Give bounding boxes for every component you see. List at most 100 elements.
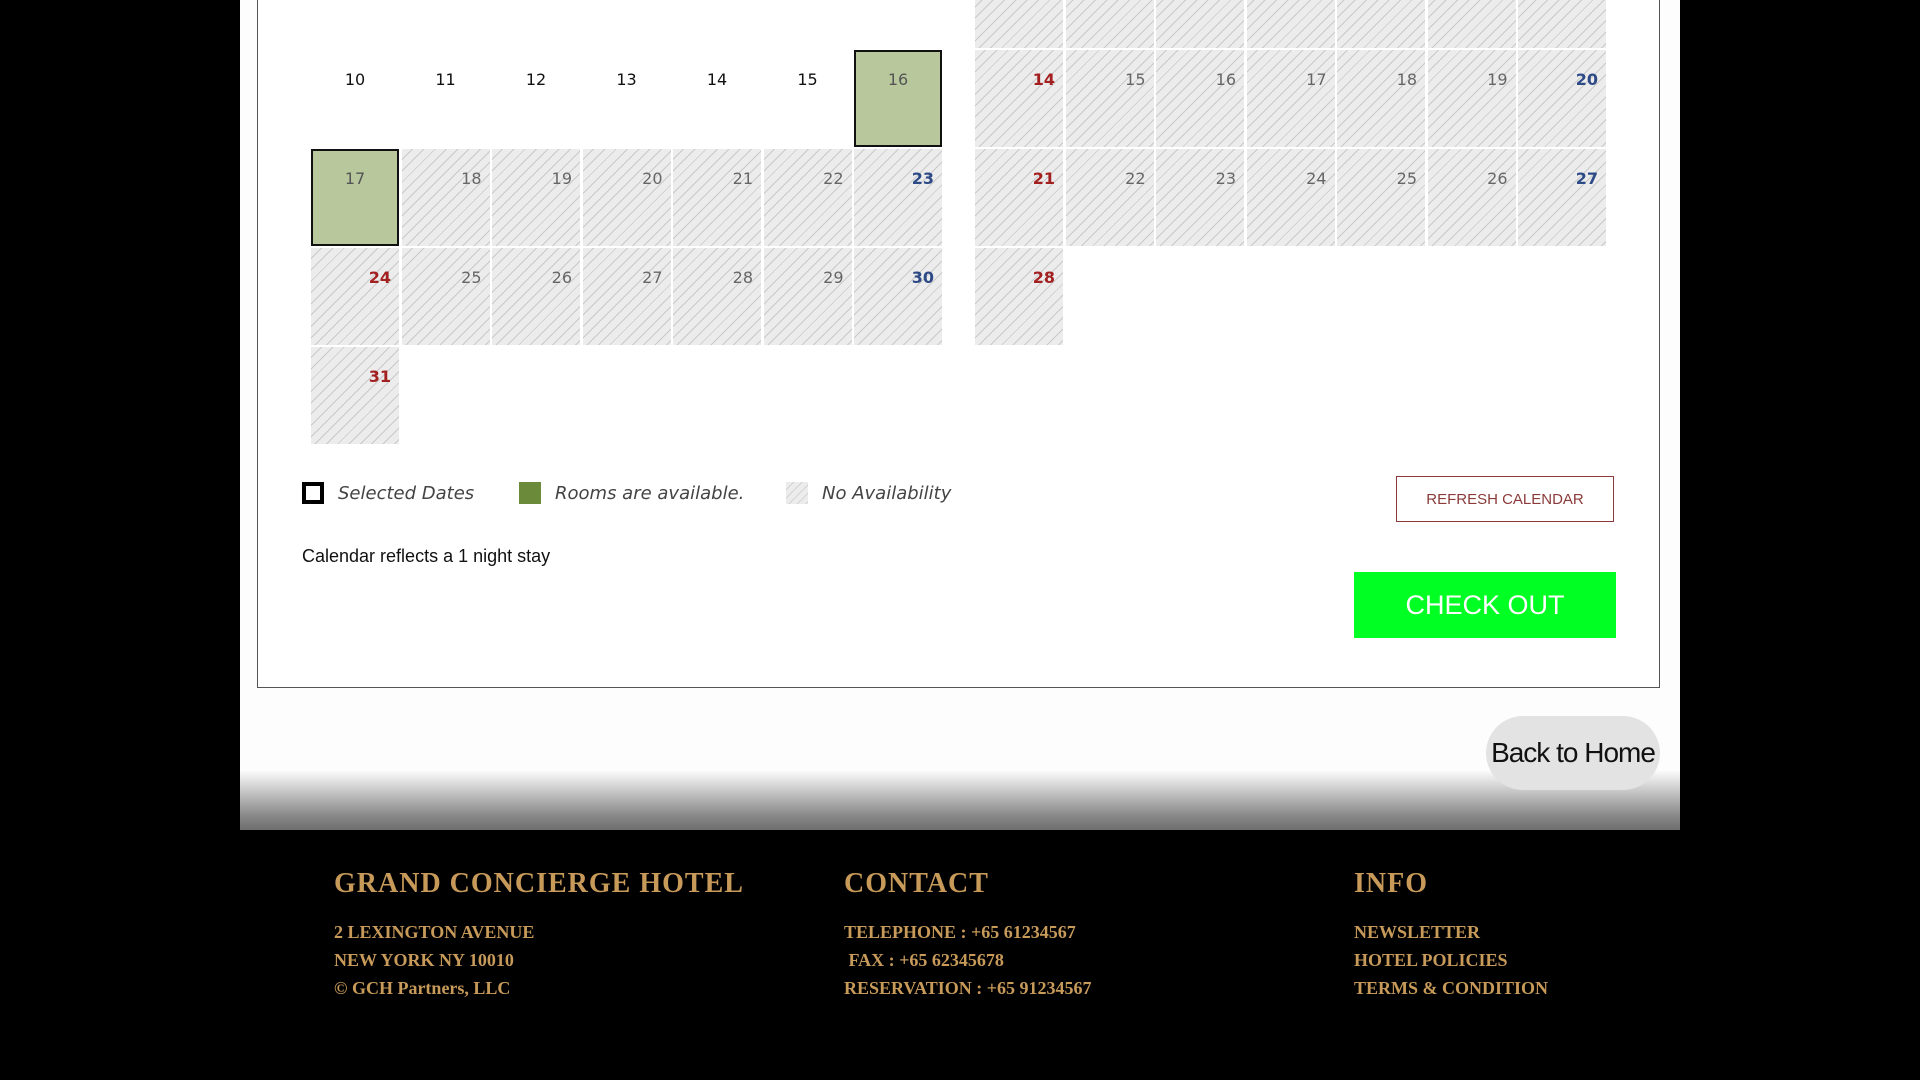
calendar-day-cell: 20	[582, 149, 671, 246]
calendar-day-cell: 23	[1156, 149, 1244, 246]
calendar-day-number: 13	[616, 70, 637, 89]
calendar-day-cell[interactable]: 12	[492, 50, 580, 147]
check-out-button[interactable]: CHECK OUT	[1354, 572, 1616, 638]
calendar-day-number: 19	[551, 169, 572, 188]
footer-link-hotel-policies[interactable]: HOTEL POLICIES	[1354, 946, 1548, 974]
calendar-day-cell	[1246, 0, 1335, 48]
footer-hotel: GRAND CONCIERGE HOTEL 2 LEXINGTON AVENUE…	[334, 868, 744, 1002]
calendar-day-number: 28	[732, 268, 753, 287]
legend-available-label: Rooms are available.	[555, 482, 745, 504]
footer-contact: CONTACT TELEPHONE : +65 61234567 FAX : +…	[844, 868, 1092, 1002]
legend-no-availability-label: No Availability	[822, 482, 952, 504]
calendar-day-cell: 14	[975, 50, 1063, 147]
calendar-day-number: 14	[1032, 70, 1055, 89]
calendar-day-cell: 16	[1156, 50, 1244, 147]
calendar-day-cell[interactable]: 16	[854, 50, 942, 147]
calendar-day-number: 16	[887, 70, 909, 89]
calendar-day-cell: 19	[492, 149, 580, 246]
footer-reservation: RESERVATION : +65 91234567	[844, 978, 1092, 998]
footer-address-line: 2 LEXINGTON AVENUE	[334, 922, 535, 942]
footer-info-title: INFO	[1354, 868, 1428, 899]
calendar-day-number: 20	[642, 169, 663, 188]
legend-available: Rooms are available.	[519, 480, 744, 506]
footer-telephone: TELEPHONE : +65 61234567	[844, 922, 1076, 942]
no-availability-swatch	[786, 482, 808, 504]
footer-info: INFO NEWSLETTER HOTEL POLICIES TERMS & C…	[1354, 868, 1548, 1002]
calendar-day-cell[interactable]: 10	[311, 50, 399, 147]
calendar-day-cell: 18	[1337, 50, 1425, 147]
calendar-day-cell: 27	[582, 248, 671, 345]
calendar-day-number: 16	[1215, 70, 1236, 89]
calendar-day-cell	[1156, 0, 1244, 48]
calendar-day-number: 26	[1487, 169, 1508, 188]
calendar-day-number: 10	[344, 70, 366, 89]
available-swatch	[519, 482, 541, 504]
calendar-day-cell: 28	[975, 248, 1063, 345]
footer-address-line: NEW YORK NY 10010	[334, 950, 514, 970]
legend-no-availability: No Availability	[786, 480, 951, 506]
footer-contact-title: CONTACT	[844, 868, 989, 899]
calendar-day-number: 25	[1396, 169, 1417, 188]
calendar-day-cell: 19	[1427, 50, 1516, 147]
calendar-day-number: 23	[1215, 169, 1236, 188]
legend-selected-label: Selected Dates	[338, 482, 475, 504]
calendar-day-cell	[1518, 0, 1606, 48]
calendar-day-cell: 30	[854, 248, 942, 345]
calendar-day-cell: 25	[401, 248, 490, 345]
footer-copyright: © GCH Partners, LLC	[334, 978, 511, 998]
calendar-day-number: 18	[461, 169, 482, 188]
calendar-day-number: 30	[911, 268, 934, 287]
selected-swatch	[302, 482, 324, 504]
calendar-day-number: 19	[1487, 70, 1508, 89]
calendar-day-number: 25	[461, 268, 482, 287]
calendar-day-number: 15	[1125, 70, 1146, 89]
calendar-day-cell: 21	[673, 149, 761, 246]
calendar-day-cell[interactable]: 17	[311, 149, 399, 246]
calendar-day-cell: 27	[1518, 149, 1606, 246]
calendar-day-number: 12	[525, 70, 547, 89]
stay-length-note: Calendar reflects a 1 night stay	[302, 546, 551, 566]
back-to-home-button[interactable]: Back to Home	[1486, 716, 1660, 790]
calendar-day-cell[interactable]: 15	[764, 50, 852, 147]
calendar-day-number: 31	[368, 367, 391, 386]
calendar-day-cell: 20	[1518, 50, 1606, 147]
calendar-day-number: 23	[911, 169, 934, 188]
calendar-day-number: 15	[797, 70, 818, 89]
calendar-day-number: 21	[1032, 169, 1055, 188]
calendar-day-number: 27	[642, 268, 663, 287]
footer-fax: FAX : +65 62345678	[844, 950, 1004, 970]
calendar-day-cell: 24	[311, 248, 399, 345]
calendar-day-number: 26	[551, 268, 572, 287]
calendar-day-number: 21	[732, 169, 753, 188]
calendar-day-cell: 18	[401, 149, 490, 246]
calendar-day-cell: 26	[1427, 149, 1516, 246]
calendar-day-cell: 24	[1246, 149, 1335, 246]
calendar-day-cell	[1427, 0, 1516, 48]
calendar-day-cell[interactable]: 14	[673, 50, 761, 147]
calendar-day-cell[interactable]: 11	[402, 50, 490, 147]
refresh-calendar-button[interactable]: REFRESH CALENDAR	[1396, 476, 1614, 522]
footer-link-newsletter[interactable]: NEWSLETTER	[1354, 918, 1548, 946]
calendar-day-cell: 21	[975, 149, 1063, 246]
calendar-day-cell: 31	[311, 347, 399, 444]
calendar-day-cell: 29	[763, 248, 852, 345]
calendar-day-number: 17	[1306, 70, 1327, 89]
calendar-day-cell: 28	[673, 248, 761, 345]
calendar-day-cell: 17	[1246, 50, 1335, 147]
calendar-day-cell: 22	[763, 149, 852, 246]
calendar-day-cell[interactable]: 13	[583, 50, 671, 147]
footer-link-terms[interactable]: TERMS & CONDITION	[1354, 974, 1548, 1002]
footer-hotel-title: GRAND CONCIERGE HOTEL	[334, 868, 744, 899]
calendar-day-cell: 22	[1065, 149, 1154, 246]
calendar-day-cell	[1065, 0, 1154, 48]
calendar-day-number: 17	[344, 169, 366, 188]
calendar-day-cell: 15	[1065, 50, 1154, 147]
calendar-day-cell: 26	[492, 248, 580, 345]
calendar-day-cell: 25	[1337, 149, 1425, 246]
calendar-day-number: 18	[1396, 70, 1417, 89]
calendar-day-number: 14	[706, 70, 728, 89]
calendar-day-number: 28	[1032, 268, 1055, 287]
legend-selected: Selected Dates	[302, 480, 474, 506]
calendar-day-number: 22	[1125, 169, 1146, 188]
calendar-day-cell: 23	[854, 149, 942, 246]
